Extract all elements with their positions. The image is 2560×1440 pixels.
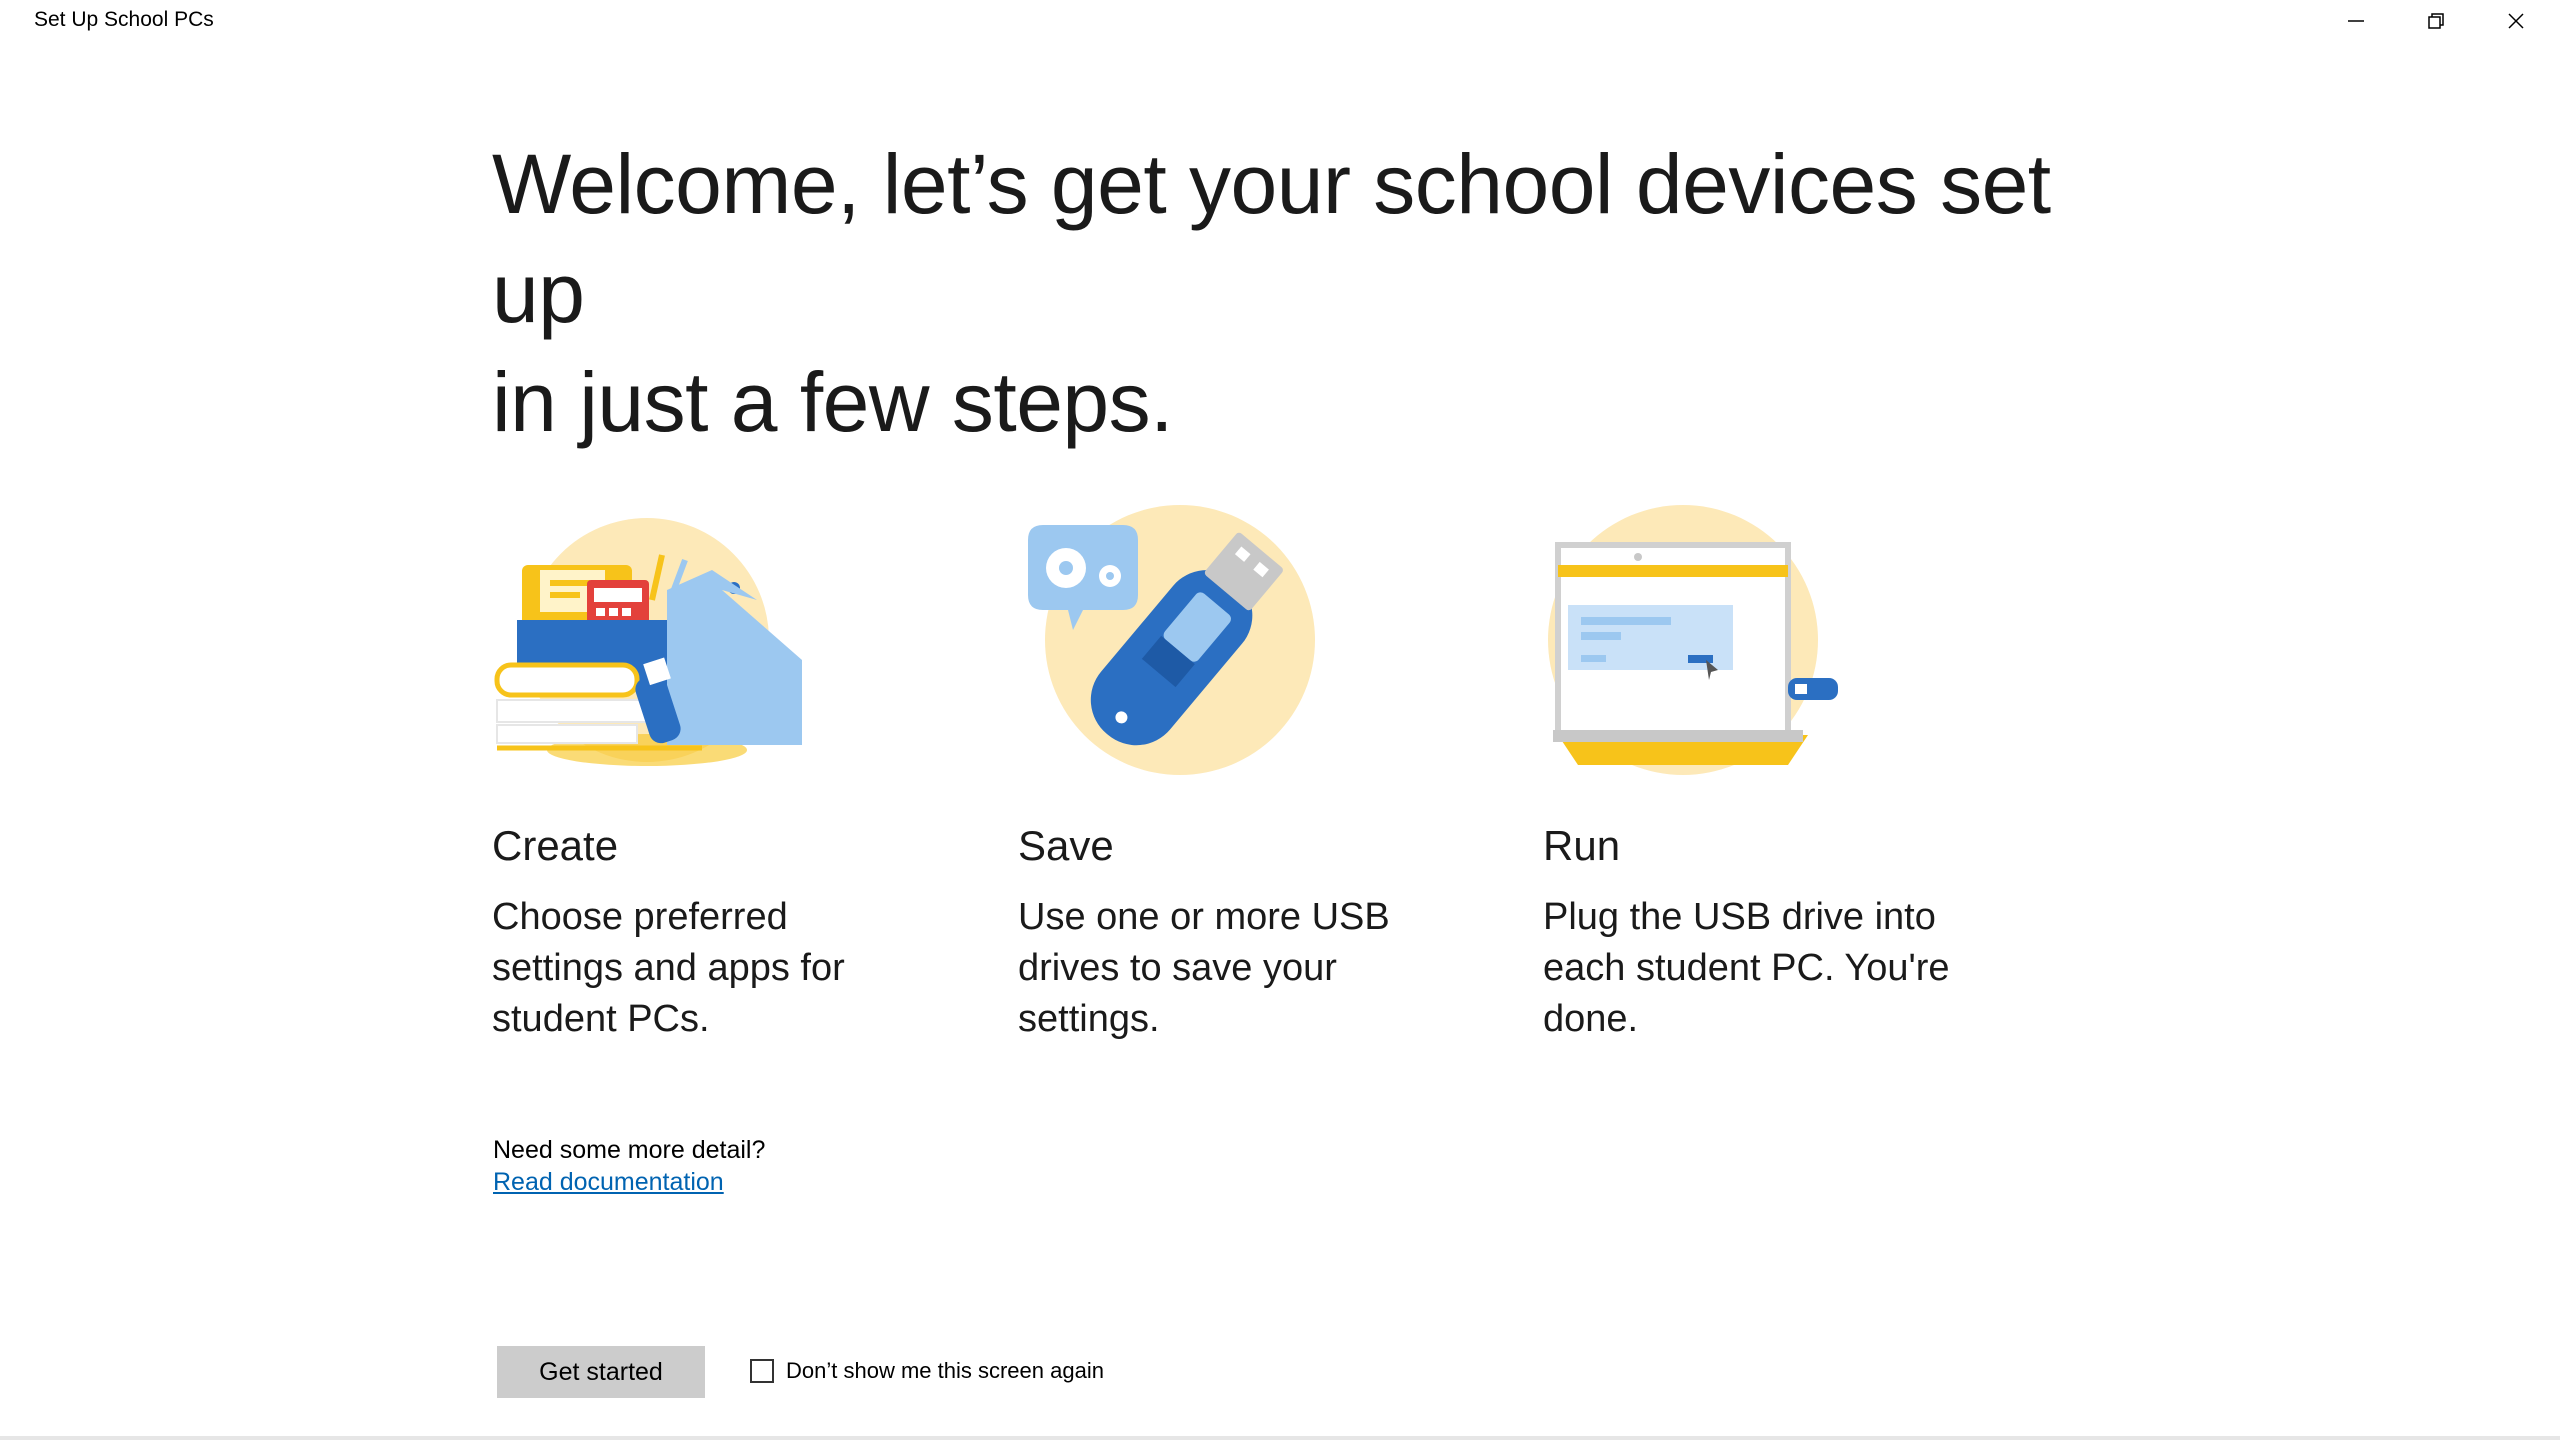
usb-drive-illustration	[1018, 500, 1338, 790]
laptop-usb-illustration	[1543, 500, 1863, 790]
step-title: Save	[1018, 822, 1114, 869]
school-supplies-illustration	[492, 500, 812, 790]
minimize-icon	[2348, 20, 2364, 22]
detail-prompt: Need some more detail?	[493, 1136, 766, 1164]
window-title: Set Up School PCs	[34, 8, 214, 31]
restore-button[interactable]	[2396, 0, 2476, 42]
close-icon	[2508, 13, 2524, 29]
restore-icon	[2428, 13, 2444, 29]
close-button[interactable]	[2476, 0, 2556, 42]
step-title: Run	[1543, 822, 1621, 869]
checkbox-box[interactable]	[750, 1359, 774, 1383]
step-create: Create Choose preferred settings and app…	[492, 500, 932, 1040]
step-description: Choose preferred settings and apps for s…	[492, 896, 845, 1040]
get-started-button[interactable]: Get started	[497, 1346, 705, 1398]
minimize-button[interactable]	[2316, 0, 2396, 42]
page-heading: Welcome, let’s get your school devices s…	[492, 130, 2092, 457]
step-description: Plug the USB drive into each student PC.…	[1543, 896, 1950, 1040]
title-bar: Set Up School PCs	[0, 0, 2560, 48]
heading-line-2: in just a few steps.	[492, 355, 1174, 449]
step-run: Run Plug the USB drive into each student…	[1543, 500, 1983, 1040]
heading-line-1: Welcome, let’s get your school devices s…	[492, 137, 2051, 340]
dont-show-again-checkbox[interactable]: Don’t show me this screen again	[750, 1358, 1104, 1384]
step-save: Save Use one or more USB drives to save …	[1018, 500, 1458, 1040]
read-documentation-link[interactable]: Read documentation	[493, 1168, 724, 1197]
bottom-divider	[0, 1436, 2560, 1440]
step-description: Use one or more USB drives to save your …	[1018, 896, 1390, 1040]
checkbox-label: Don’t show me this screen again	[786, 1358, 1104, 1383]
step-title: Create	[492, 822, 619, 869]
